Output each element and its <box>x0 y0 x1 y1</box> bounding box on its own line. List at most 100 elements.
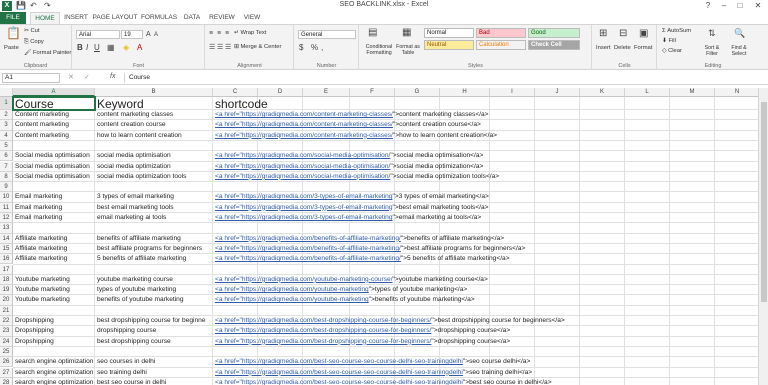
keyword-cell[interactable]: best dropshipping course for beginne <box>97 316 206 326</box>
keyword-cell[interactable]: content marketing classes <box>97 110 173 120</box>
shortcode-link[interactable]: <a href="https://gradiqmedia.com/3-types… <box>215 204 393 211</box>
cut-button[interactable]: ✂ Cut <box>24 28 40 34</box>
course-cell[interactable]: Youtube marketing <box>15 285 70 295</box>
row-header[interactable]: 18 <box>0 274 13 286</box>
row-header[interactable]: 19 <box>0 285 13 296</box>
shortcode-link[interactable]: <a href="https://gradiqmedia.com/best-dr… <box>215 327 431 334</box>
row-header[interactable]: 10 <box>0 192 13 203</box>
enter-icon[interactable]: ✓ <box>84 73 90 82</box>
course-cell[interactable]: Social media optimisation <box>15 151 90 161</box>
comma-button[interactable]: , <box>321 43 323 52</box>
row-header[interactable]: 7 <box>0 161 13 172</box>
currency-button[interactable]: $ <box>299 43 303 52</box>
keyword-cell[interactable]: best email marketing tools <box>97 203 174 213</box>
bold-button[interactable]: B <box>77 43 83 52</box>
row-header[interactable]: 4 <box>0 130 13 141</box>
shortcode-link[interactable]: <a href="https://gradiqmedia.com/social-… <box>215 163 390 170</box>
course-cell[interactable]: Email marketing <box>15 192 62 202</box>
fill-color-icon[interactable]: ◈ <box>123 43 129 52</box>
course-cell[interactable]: Dropshipping <box>15 326 54 336</box>
keyword-cell[interactable]: social media optimization <box>97 162 171 172</box>
format-button[interactable]: Format <box>634 45 652 51</box>
keyword-cell[interactable]: best dropshipping course <box>97 337 171 347</box>
shortcode-cell[interactable]: <a href="https://gradiqmedia.com/youtube… <box>215 295 475 305</box>
delete-button[interactable]: Delete <box>614 45 631 51</box>
course-cell[interactable]: Social media optimisation <box>15 162 90 172</box>
course-cell[interactable]: Email marketing <box>15 213 62 223</box>
course-cell[interactable]: Content marketing <box>15 110 69 120</box>
keyword-cell[interactable]: benefits of affiliate marketing <box>97 234 181 244</box>
style-neutral[interactable]: Neutral <box>424 40 474 50</box>
shortcode-cell[interactable]: <a href="https://gradiqmedia.com/best-dr… <box>215 316 565 326</box>
shortcode-link[interactable]: <a href="https://gradiqmedia.com/benefit… <box>215 235 401 242</box>
keyword-cell[interactable]: social media optimisation <box>97 151 171 161</box>
shortcode-cell[interactable]: <a href="https://gradiqmedia.com/3-types… <box>215 192 489 202</box>
shortcode-cell[interactable]: <a href="https://gradiqmedia.com/social-… <box>215 172 499 182</box>
header-shortcode[interactable]: shortcode <box>215 97 268 111</box>
row-header[interactable]: 3 <box>0 120 13 131</box>
paste-button[interactable]: Paste <box>4 45 19 51</box>
course-cell[interactable]: Dropshipping <box>15 316 54 326</box>
font-name-select[interactable]: Arial <box>76 30 120 39</box>
column-header[interactable]: B <box>95 88 213 97</box>
keyword-cell[interactable]: content creation course <box>97 120 166 130</box>
row-header[interactable]: 11 <box>0 202 13 213</box>
column-header[interactable]: G <box>395 88 440 97</box>
shortcode-link[interactable]: <a href="https://gradiqmedia.com/youtube… <box>215 286 369 293</box>
shortcode-cell[interactable]: <a href="https://gradiqmedia.com/3-types… <box>215 203 489 213</box>
tab-formulas[interactable]: FORMULAS <box>140 12 178 24</box>
shortcode-cell[interactable]: <a href="https://gradiqmedia.com/content… <box>215 131 497 141</box>
clear-button[interactable]: ◇ Clear <box>662 48 682 54</box>
fill-button[interactable]: ⬇ Fill <box>662 38 676 44</box>
column-header[interactable]: F <box>350 88 395 97</box>
grow-font-icon[interactable]: A <box>146 30 151 39</box>
shortcode-cell[interactable]: <a href="https://gradiqmedia.com/content… <box>215 110 489 120</box>
align-top-icon[interactable]: ≡ <box>209 29 213 38</box>
shortcode-link[interactable]: <a href="https://gradiqmedia.com/social-… <box>215 152 390 159</box>
row-header[interactable]: 9 <box>0 182 13 193</box>
column-header[interactable]: L <box>625 88 670 97</box>
keyword-cell[interactable]: seo training delhi <box>97 368 147 378</box>
style-bad[interactable]: Bad <box>476 28 526 38</box>
course-cell[interactable]: search engine optimization <box>15 357 93 367</box>
column-header[interactable]: N <box>715 88 760 97</box>
course-cell[interactable]: Email marketing <box>15 203 62 213</box>
conditional-formatting-button[interactable]: Conditional Formatting <box>362 44 396 56</box>
column-header[interactable]: I <box>490 88 535 97</box>
align-left-icon[interactable]: ☰ <box>209 43 215 52</box>
italic-button[interactable]: I <box>86 43 88 52</box>
align-right-icon[interactable]: ☰ <box>225 43 231 52</box>
header-keyword[interactable]: Keyword <box>97 97 144 111</box>
keyword-cell[interactable]: social media optimization tools <box>97 172 186 182</box>
shortcode-link[interactable]: <a href="https://gradiqmedia.com/youtube… <box>215 296 369 303</box>
shortcode-link[interactable]: <a href="https://gradiqmedia.com/content… <box>215 111 393 118</box>
keyword-cell[interactable]: 3 types of email marketing <box>97 192 174 202</box>
keyword-cell[interactable]: best seo course in delhi <box>97 378 166 385</box>
style-good[interactable]: Good <box>528 28 580 38</box>
align-center-icon[interactable]: ☰ <box>217 43 223 52</box>
course-cell[interactable]: Youtube marketing <box>15 275 70 285</box>
column-header[interactable]: D <box>258 88 303 97</box>
row-header[interactable]: 5 <box>0 140 13 152</box>
row-header[interactable]: 20 <box>0 295 13 306</box>
row-header[interactable]: 8 <box>0 171 13 183</box>
wrap-text-button[interactable]: ↵ Wrap Text <box>234 30 266 36</box>
shortcode-cell[interactable]: <a href="https://gradiqmedia.com/youtube… <box>215 275 488 285</box>
shortcode-cell[interactable]: <a href="https://gradiqmedia.com/best-dr… <box>215 337 510 347</box>
shortcode-cell[interactable]: <a href="https://gradiqmedia.com/benefit… <box>215 234 504 244</box>
row-header[interactable]: 24 <box>0 336 13 347</box>
course-cell[interactable]: Content marketing <box>15 120 69 130</box>
autosum-button[interactable]: Σ AutoSum <box>662 28 691 34</box>
percent-button[interactable]: % <box>311 43 318 52</box>
row-header[interactable]: 14 <box>0 233 13 244</box>
tab-insert[interactable]: INSERT <box>62 12 90 24</box>
keyword-cell[interactable]: types of youtube marketing <box>97 285 176 295</box>
underline-button[interactable]: U <box>94 43 100 52</box>
course-cell[interactable]: Social media optimisation <box>15 172 90 182</box>
row-header[interactable]: 28 <box>0 377 13 385</box>
shortcode-link[interactable]: <a href="https://gradiqmedia.com/content… <box>215 132 393 139</box>
tab-review[interactable]: REVIEW <box>206 12 238 24</box>
copy-button[interactable]: ⎘ Copy <box>24 39 44 46</box>
find-select-button[interactable]: Find & Select <box>726 45 752 57</box>
format-as-table-button[interactable]: Format as Table <box>394 44 422 56</box>
